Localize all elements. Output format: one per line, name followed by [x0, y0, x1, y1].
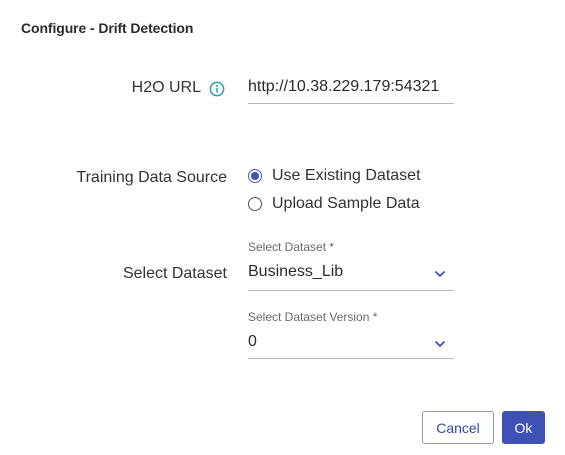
- radio-dot: [251, 172, 259, 180]
- dataset-select-value: Business_Lib: [248, 263, 344, 280]
- training-data-source-label: Training Data Source: [76, 169, 227, 186]
- radio-checked-icon[interactable]: [248, 169, 262, 183]
- radio-label-upload-sample: Upload Sample Data: [272, 195, 420, 212]
- dataset-version-select-caption: Select Dataset Version *: [248, 310, 378, 324]
- radio-upload-sample-data[interactable]: Upload Sample Data: [248, 194, 420, 214]
- select-dataset-label: Select Dataset: [122, 265, 227, 282]
- info-circle-icon[interactable]: [209, 81, 225, 97]
- chevron-down-icon[interactable]: [434, 340, 446, 348]
- cancel-button[interactable]: Cancel: [422, 411, 494, 444]
- h2o-url-field[interactable]: http://10.38.229.179:54321: [248, 78, 454, 104]
- h2o-url-value: http://10.38.229.179:54321: [248, 78, 440, 95]
- ok-button[interactable]: Ok: [502, 411, 545, 444]
- radio-label-use-existing: Use Existing Dataset: [272, 167, 421, 184]
- configure-dialog: Configure - Drift Detection H2O URL http…: [0, 0, 565, 455]
- dataset-version-select[interactable]: 0: [248, 333, 454, 359]
- radio-unchecked-icon[interactable]: [248, 197, 262, 211]
- h2o-url-label-group: H2O URL: [0, 79, 229, 99]
- dataset-version-select-value: 0: [248, 333, 257, 350]
- h2o-url-label: H2O URL: [131, 79, 201, 96]
- chevron-down-icon[interactable]: [434, 270, 446, 278]
- dialog-title: Configure - Drift Detection: [21, 20, 194, 36]
- radio-use-existing-dataset[interactable]: Use Existing Dataset: [248, 166, 421, 186]
- dataset-select-caption: Select Dataset *: [248, 240, 335, 254]
- dataset-select[interactable]: Business_Lib: [248, 263, 454, 291]
